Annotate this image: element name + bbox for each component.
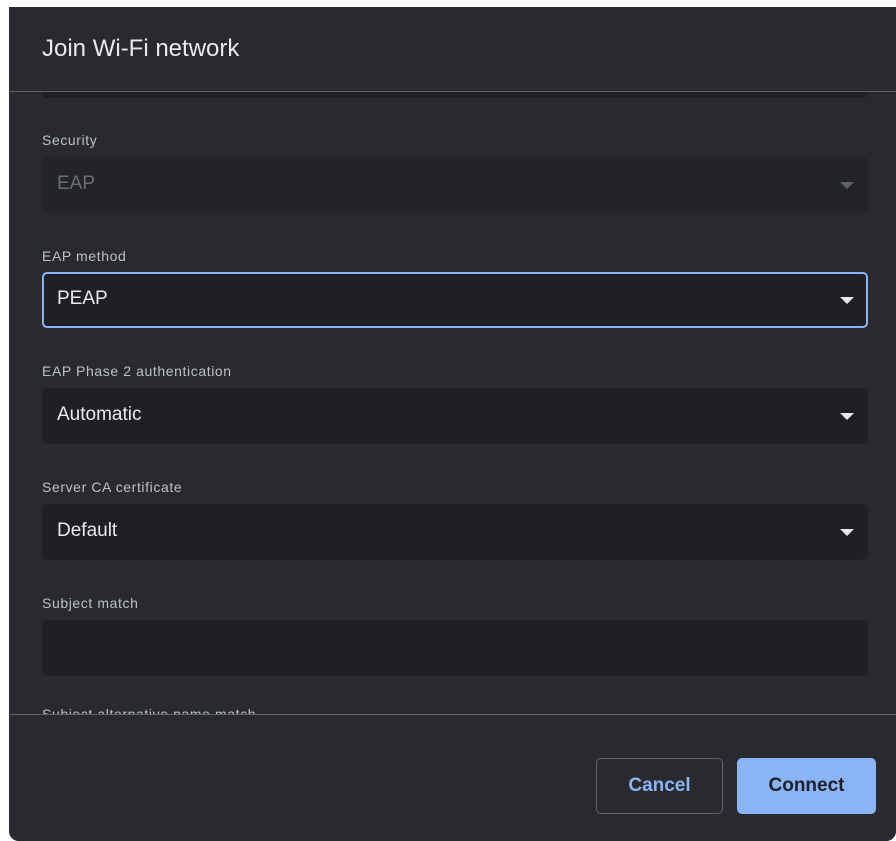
- join-wifi-dialog: Join Wi-Fi network Security EAP EAP meth…: [9, 7, 896, 841]
- dialog-title: Join Wi-Fi network: [42, 35, 240, 62]
- eap-phase2-value: Automatic: [57, 404, 142, 425]
- eap-method-value: PEAP: [57, 288, 108, 309]
- security-label: Security: [42, 132, 98, 148]
- caret-down-icon: [840, 297, 854, 304]
- dialog-content-scroll-area[interactable]: Security EAP EAP method PEAP EAP Phase 2…: [9, 92, 896, 714]
- dialog-footer: Cancel Connect: [9, 714, 896, 841]
- eap-method-select[interactable]: PEAP: [42, 272, 868, 328]
- connect-button[interactable]: Connect: [737, 758, 876, 814]
- caret-down-icon: [840, 529, 854, 536]
- server-ca-label: Server CA certificate: [42, 479, 183, 495]
- subject-match-input[interactable]: [42, 620, 868, 676]
- security-select: EAP: [42, 157, 868, 213]
- caret-down-icon: [840, 182, 854, 189]
- server-ca-value: Default: [57, 520, 118, 541]
- previous-field-edge: [42, 92, 868, 98]
- eap-phase2-select[interactable]: Automatic: [42, 388, 868, 444]
- subject-match-label: Subject match: [42, 595, 139, 611]
- dialog-header: Join Wi-Fi network: [9, 7, 896, 92]
- server-ca-select[interactable]: Default: [42, 504, 868, 560]
- caret-down-icon: [840, 413, 854, 420]
- cancel-button[interactable]: Cancel: [596, 758, 723, 814]
- eap-phase2-label: EAP Phase 2 authentication: [42, 363, 232, 379]
- security-value: EAP: [57, 173, 96, 194]
- eap-method-label: EAP method: [42, 248, 127, 264]
- subject-alt-name-match-label: Subject alternative name match: [42, 706, 257, 714]
